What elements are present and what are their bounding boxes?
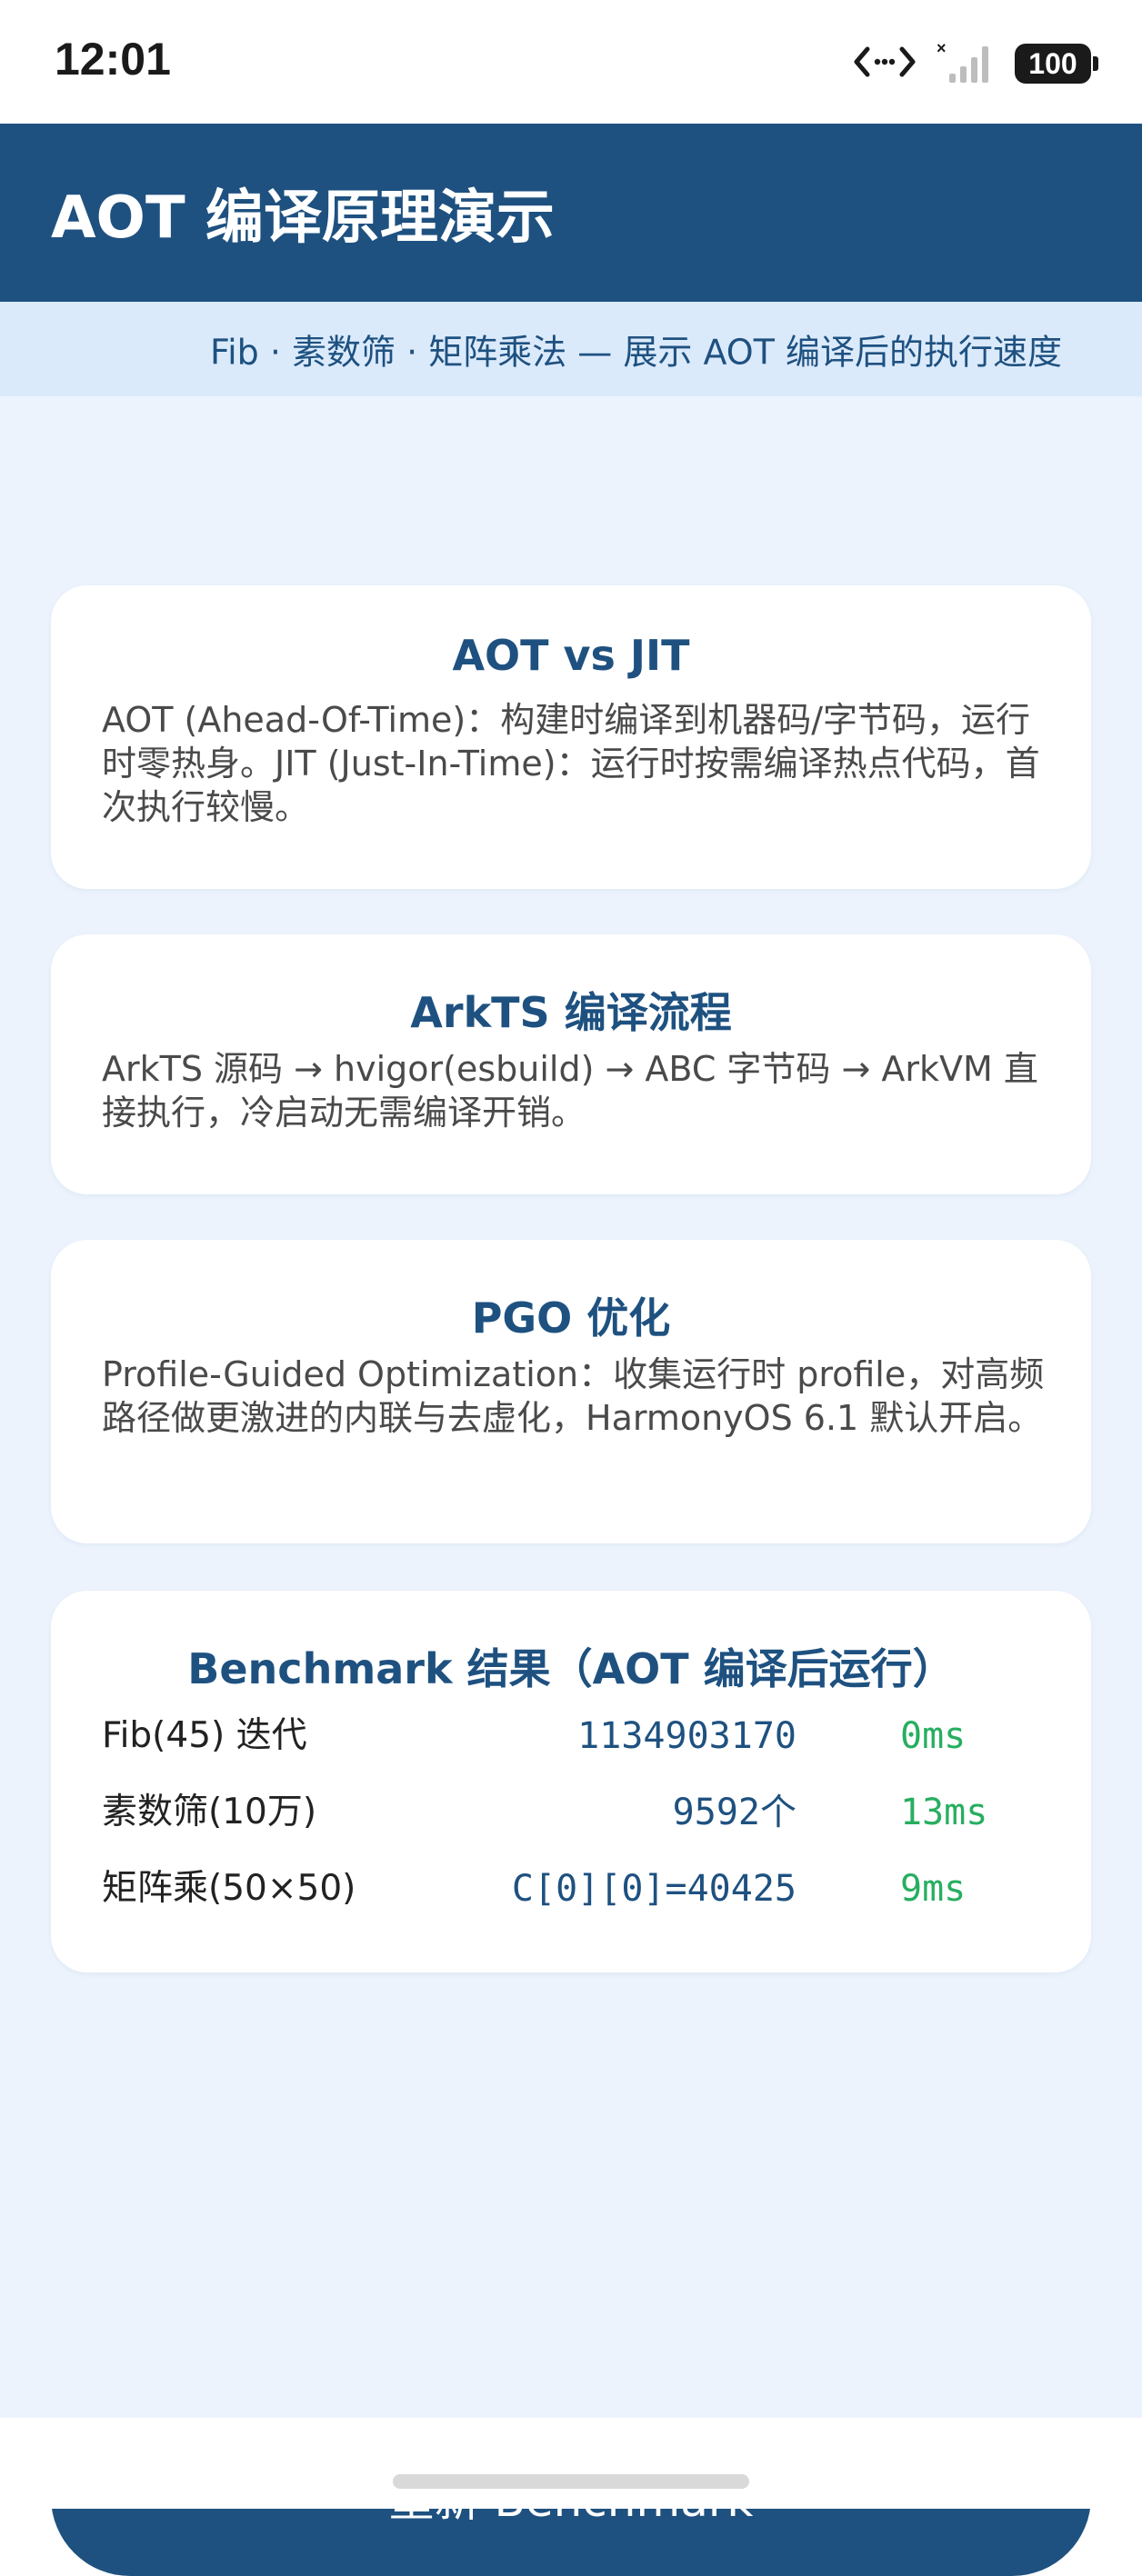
code-arrows-icon — [853, 42, 917, 85]
benchmark-label: Fib(45) 迭代 — [102, 1715, 307, 1756]
benchmark-card: Benchmark 结果（AOT 编译后运行） Fib(45) 迭代 11349… — [51, 1591, 1091, 1972]
benchmark-row: Fib(45) 迭代 1134903170 0ms — [102, 1709, 1047, 1763]
card-pgo: PGO 优化 Profile-Guided Optimization：收集运行时… — [51, 1240, 1091, 1543]
benchmark-label: 矩阵乘(50×50) — [102, 1868, 356, 1909]
main-content: AOT vs JIT AOT (Ahead-Of-Time)：构建时编译到机器码… — [0, 396, 1142, 2576]
card-arkts-pipeline: ArkTS 编译流程 ArkTS 源码 → hvigor(esbuild) → … — [51, 934, 1091, 1194]
navigation-bar — [0, 2418, 1142, 2509]
subtitle-text: Fib · 素数筛 · 矩阵乘法 — 展示 AOT 编译后的执行速度 — [209, 332, 1062, 373]
status-bar: 12:01 × 100 — [0, 0, 1142, 124]
page-title: AOT 编译原理演示 — [51, 185, 555, 252]
card-title: ArkTS 编译流程 — [410, 988, 732, 1037]
benchmark-label: 素数筛(10万) — [102, 1792, 317, 1832]
card-title: PGO 优化 — [471, 1293, 671, 1343]
benchmark-time: 13ms — [900, 1792, 988, 1833]
card-body: ArkTS 源码 → hvigor(esbuild) → ABC 字节码 → A… — [102, 1049, 1038, 1133]
battery-level: 100 — [1028, 46, 1077, 80]
card-aot-vs-jit: AOT vs JIT AOT (Ahead-Of-Time)：构建时编译到机器码… — [51, 585, 1091, 889]
benchmark-value: C[0][0]=40425 — [511, 1868, 796, 1910]
app-header: AOT 编译原理演示 — [0, 124, 1142, 302]
benchmark-row: 矩阵乘(50×50) C[0][0]=40425 9ms — [102, 1862, 1047, 1916]
card-title: AOT vs JIT — [452, 631, 690, 680]
status-time: 12:01 — [55, 34, 171, 85]
status-icons: × 100 — [853, 39, 1098, 88]
benchmark-title: Benchmark 结果（AOT 编译后运行） — [187, 1644, 955, 1693]
benchmark-value: 1134903170 — [577, 1715, 796, 1757]
card-body: Profile-Guided Optimization：收集运行时 profil… — [102, 1354, 1045, 1438]
benchmark-row: 素数筛(10万) 9592个 13ms — [102, 1785, 1047, 1840]
battery-icon: 100 — [1015, 44, 1098, 84]
card-body: AOT (Ahead-Of-Time)：构建时编译到机器码/字节码，运行时零热身… — [102, 700, 1040, 827]
subtitle-bar: Fib · 素数筛 · 矩阵乘法 — 展示 AOT 编译后的执行速度 — [0, 302, 1142, 396]
benchmark-time: 9ms — [900, 1868, 967, 1910]
home-indicator[interactable] — [393, 2474, 749, 2489]
benchmark-time: 0ms — [900, 1715, 967, 1757]
svg-text:×: × — [937, 39, 947, 57]
benchmark-value: 9592个 — [672, 1792, 796, 1833]
no-signal-icon: × — [937, 39, 995, 88]
